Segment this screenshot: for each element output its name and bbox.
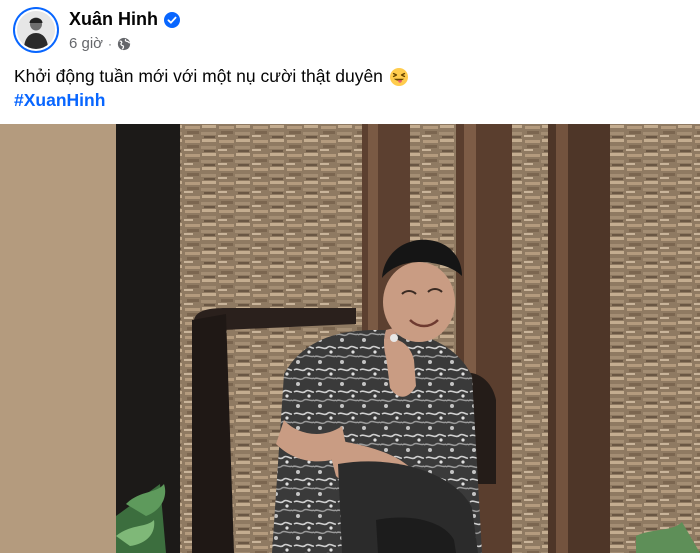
post-meta: 6 giờ · xyxy=(69,35,131,52)
author-row: Xuân Hinh xyxy=(69,9,180,30)
avatar-image xyxy=(17,11,55,49)
post-photo-area xyxy=(0,124,700,553)
post-caption: Khởi động tuần mới với một nụ cười thật … xyxy=(14,66,409,87)
verified-badge-icon xyxy=(164,11,180,28)
person-silhouette-icon xyxy=(17,11,55,49)
author-name[interactable]: Xuân Hinh xyxy=(69,9,158,30)
hashtag-link[interactable]: #XuanHinh xyxy=(14,90,105,111)
squinting-face-with-tongue-icon xyxy=(389,67,408,86)
globe-icon[interactable] xyxy=(117,37,131,51)
profile-avatar[interactable] xyxy=(13,7,59,53)
meta-separator: · xyxy=(108,36,113,51)
photo-man-in-chair xyxy=(116,124,700,553)
post-photo[interactable] xyxy=(116,124,700,553)
post-time[interactable]: 6 giờ xyxy=(69,35,103,52)
post-header: Xuân Hinh 6 giờ · Khởi động tuần mới với… xyxy=(0,0,700,120)
caption-text: Khởi động tuần mới với một nụ cười thật … xyxy=(14,66,383,86)
